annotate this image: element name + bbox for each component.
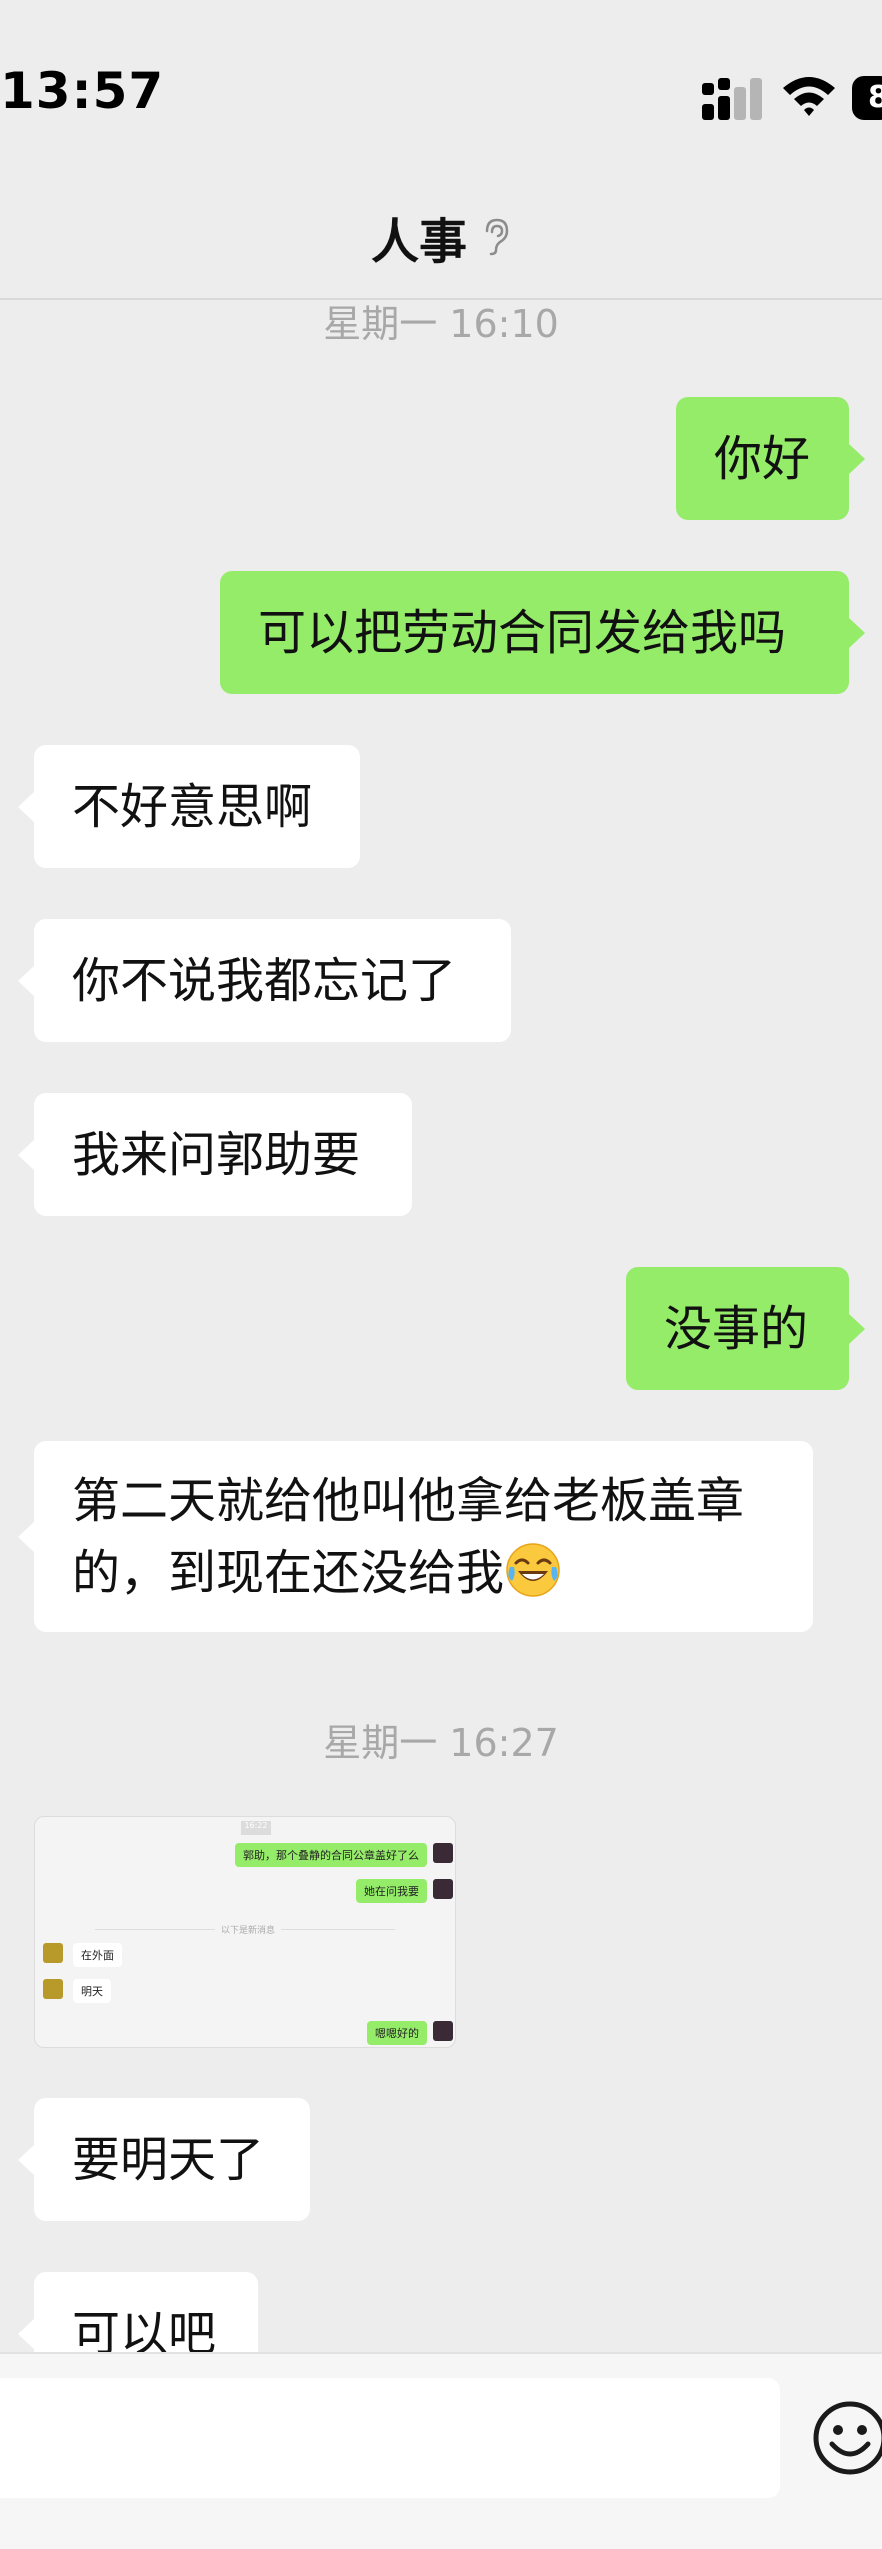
- message-text: 你不说我都忘记了: [72, 952, 457, 1009]
- screenshot-message-outgoing: 她在问我要: [356, 1879, 427, 1903]
- image-message[interactable]: 16:22 郭助，那个叠静的合同公章盖好了么 她在问我要 以下是新消息 在外面 …: [34, 1816, 456, 2048]
- message-text: 要明天了: [72, 2131, 265, 2188]
- message-input[interactable]: [0, 2378, 780, 2498]
- message-outgoing[interactable]: 没事的: [626, 1267, 865, 1390]
- message-text: 我来问郭助要: [72, 1126, 361, 1183]
- status-time: 13:57: [0, 62, 165, 120]
- screenshot-time: 16:22: [241, 1821, 271, 1835]
- avatar: [433, 2021, 453, 2041]
- message-text: 你好: [714, 430, 811, 487]
- screenshot-message-incoming: 明天: [73, 1979, 111, 2003]
- input-bar: [0, 2352, 882, 2549]
- screenshot-message-incoming: 在外面: [73, 1943, 122, 1967]
- message-incoming[interactable]: 第二天就给他叫他拿给老板盖章 的，到现在还没给我: [18, 1441, 813, 1632]
- ear-icon: [485, 218, 509, 256]
- message-outgoing[interactable]: 可以把劳动合同发给我吗: [220, 571, 865, 694]
- battery-icon: 8: [852, 76, 882, 120]
- wifi-icon: [783, 77, 835, 116]
- avatar: [43, 1979, 63, 1999]
- chat-header: 人事: [0, 190, 882, 300]
- avatar: [433, 1879, 453, 1899]
- message-text-line: 的，到现在还没给我: [72, 1545, 505, 1601]
- emoji-icon[interactable]: [810, 2398, 882, 2478]
- message-incoming[interactable]: 不好意思啊: [18, 745, 360, 868]
- message-text: 没事的: [664, 1300, 809, 1357]
- signal-icon: [702, 78, 762, 120]
- chat-title[interactable]: 人事: [371, 202, 467, 272]
- message-text-line: 第二天就给他叫他拿给老板盖章: [72, 1473, 745, 1529]
- message-text: 不好意思啊: [72, 778, 313, 835]
- timestamp: 星期一 16:27: [323, 1721, 559, 1765]
- timestamp: 星期一 16:10: [323, 302, 559, 346]
- avatar: [43, 1943, 63, 1963]
- screenshot-divider-label: 以下是新消息: [215, 1923, 282, 1936]
- battery-level: 8: [868, 80, 882, 115]
- screenshot-message-outgoing: 郭助，那个叠静的合同公章盖好了么: [235, 1843, 427, 1867]
- screenshot-message-outgoing: 嗯嗯好的: [367, 2021, 427, 2045]
- message-incoming[interactable]: 我来问郭助要: [18, 1093, 412, 1216]
- laughing-crying-emoji: [506, 1543, 560, 1597]
- message-incoming[interactable]: 你不说我都忘记了: [18, 919, 511, 1042]
- message-text: 可以把劳动合同发给我吗: [258, 604, 787, 661]
- message-outgoing[interactable]: 你好: [676, 397, 865, 520]
- message-incoming[interactable]: 要明天了: [18, 2098, 310, 2221]
- avatar: [433, 1843, 453, 1863]
- status-bar: 13:57 8: [0, 0, 882, 190]
